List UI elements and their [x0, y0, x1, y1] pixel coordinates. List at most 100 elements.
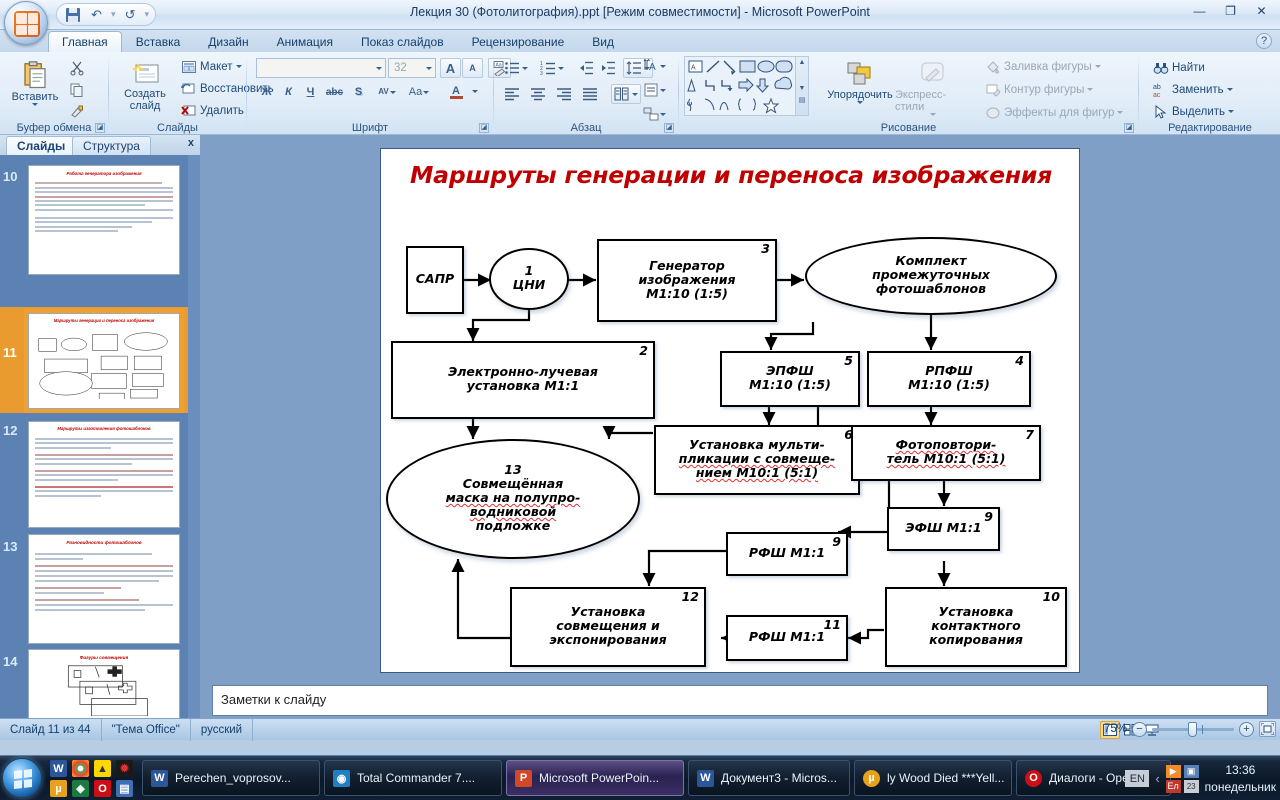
- list-item[interactable]: Разновидности фотошаблонов: [28, 534, 180, 644]
- zoom-slider[interactable]: [1152, 721, 1234, 737]
- close-button[interactable]: ✕: [1247, 1, 1276, 21]
- shape-fill-dropdown-icon[interactable]: [1094, 65, 1101, 68]
- paste-dropdown-icon[interactable]: [32, 103, 38, 106]
- replace-button[interactable]: ab ac Заменить: [1148, 80, 1238, 99]
- layout-dropdown-icon[interactable]: [235, 65, 242, 68]
- font-size-dropdown-icon[interactable]: [426, 66, 432, 70]
- taskbar-button-utorrent[interactable]: µ ly Wood Died ***Yell...: [854, 760, 1012, 796]
- character-spacing-button[interactable]: AV: [372, 82, 402, 102]
- tray-media-icon[interactable]: ▶: [1165, 764, 1181, 778]
- undo-dropdown-icon[interactable]: ▾: [111, 9, 116, 20]
- save-button[interactable]: [63, 5, 82, 24]
- cut-button[interactable]: [64, 58, 90, 77]
- shapes-more-icon[interactable]: ▤: [796, 96, 808, 104]
- node-rpfsh[interactable]: 4 РПФШ М1:10 (1:5): [867, 351, 1031, 407]
- delete-slide-button[interactable]: Удалить: [176, 101, 249, 120]
- status-language[interactable]: русский: [191, 718, 254, 741]
- change-case-dropdown-icon[interactable]: [423, 90, 430, 94]
- align-center-button[interactable]: [527, 84, 548, 104]
- notes-input[interactable]: Заметки к слайду: [212, 685, 1268, 716]
- tray-expand-icon[interactable]: ‹: [1155, 771, 1159, 786]
- quick-launch-chrome-icon[interactable]: [72, 760, 89, 777]
- replace-dropdown-icon[interactable]: [1226, 88, 1233, 91]
- quick-launch-green-icon[interactable]: ◈: [72, 780, 89, 797]
- arrange-button[interactable]: Упорядочить: [827, 58, 893, 105]
- shapes-gallery[interactable]: A ▲ ▼ ▤: [684, 56, 809, 116]
- find-button[interactable]: Найти: [1148, 58, 1210, 77]
- tab-slideshow[interactable]: Показ слайдов: [347, 31, 458, 52]
- shapes-scrollbar[interactable]: ▲ ▼ ▤: [795, 57, 808, 115]
- strikethrough-button[interactable]: abc: [322, 82, 347, 102]
- status-theme[interactable]: "Тема Office": [102, 718, 191, 741]
- start-button[interactable]: [2, 758, 42, 798]
- select-dropdown-icon[interactable]: [1228, 110, 1235, 113]
- text-direction-button[interactable]: A: [636, 56, 672, 76]
- node-cni[interactable]: 1 ЦНИ: [489, 248, 569, 310]
- select-button[interactable]: Выделить: [1148, 102, 1239, 121]
- tab-design[interactable]: Дизайн: [194, 31, 262, 52]
- shape-fill-button[interactable]: Заливка фигуры: [980, 57, 1106, 76]
- node-epfsh[interactable]: 5 ЭПФШ М1:10 (1:5): [720, 351, 860, 407]
- minimize-button[interactable]: —: [1185, 1, 1214, 21]
- shapes-scroll-up-icon[interactable]: ▲: [796, 59, 808, 66]
- quick-launch-utorrent-icon[interactable]: µ: [50, 780, 67, 797]
- justify-button[interactable]: [579, 84, 600, 104]
- help-icon[interactable]: ?: [1256, 33, 1272, 49]
- numbering-dropdown-icon[interactable]: [558, 66, 564, 70]
- font-name-combo[interactable]: [256, 58, 386, 78]
- list-item[interactable]: Работа генератора изображения: [28, 165, 180, 275]
- clipboard-dialog-launcher[interactable]: ◪: [95, 123, 105, 133]
- zoom-in-button[interactable]: +: [1239, 721, 1254, 737]
- node-alignment-exposure[interactable]: 12 Установка совмещения и экспонирования: [510, 587, 706, 667]
- copy-button[interactable]: [64, 80, 90, 99]
- smartart-dropdown-icon[interactable]: [659, 112, 666, 116]
- node-contact-copy[interactable]: 10 Установка контактного копирования: [885, 587, 1067, 667]
- shrink-font-button[interactable]: A: [462, 58, 483, 78]
- shapes-scroll-down-icon[interactable]: ▼: [796, 85, 808, 92]
- taskbar-button-total-commander[interactable]: ◉ Total Commander 7....: [324, 760, 502, 796]
- taskbar-button-word-2[interactable]: W Документ3 - Micros...: [688, 760, 850, 796]
- align-right-button[interactable]: [553, 84, 574, 104]
- quick-styles-dropdown-icon[interactable]: [930, 113, 936, 116]
- quick-styles-button[interactable]: Экспресс-стили: [894, 58, 972, 117]
- arrange-dropdown-icon[interactable]: [857, 101, 863, 104]
- font-dialog-launcher[interactable]: ◪: [479, 123, 489, 133]
- list-item[interactable]: Маршруты генерации и переноса изображени…: [24, 309, 184, 413]
- font-color-button[interactable]: A: [444, 82, 468, 102]
- align-left-button[interactable]: [501, 84, 522, 104]
- node-electron-beam[interactable]: 2 Электронно-лучевая установка М1:1: [391, 341, 655, 419]
- quick-launch-word-icon[interactable]: W: [50, 760, 67, 777]
- numbering-button[interactable]: 1 2 3: [537, 58, 567, 78]
- customize-qat-icon[interactable]: ▾: [145, 9, 150, 20]
- language-indicator[interactable]: EN: [1125, 770, 1150, 787]
- node-photorepeater[interactable]: 7 Фотоповтори- тель М10:1 (5:1): [851, 425, 1041, 481]
- font-size-combo[interactable]: 32: [388, 58, 436, 78]
- close-panel-button[interactable]: x: [188, 137, 194, 149]
- underline-button[interactable]: Ч: [300, 82, 321, 102]
- font-color-dropdown-icon[interactable]: [472, 90, 478, 93]
- list-item[interactable]: Маршруты изготовления фотошаблонов: [28, 421, 180, 528]
- quick-launch-save-icon[interactable]: ▤: [116, 780, 133, 797]
- change-case-button[interactable]: Aa: [404, 82, 434, 102]
- fit-to-window-button[interactable]: [1259, 721, 1276, 737]
- node-efsh[interactable]: 9 ЭФШ М1:1: [887, 507, 1000, 551]
- quick-launch-opera-icon[interactable]: O: [94, 780, 111, 797]
- node-generator[interactable]: 3 Генератор изображения М1:10 (1:5): [597, 239, 777, 322]
- restore-button[interactable]: ❐: [1216, 1, 1245, 21]
- node-rfsh-9[interactable]: 9 РФШ М1:1: [726, 532, 848, 576]
- font-name-dropdown-icon[interactable]: [376, 66, 382, 70]
- list-item[interactable]: Фигуры совмещения: [28, 649, 180, 718]
- node-multiplication[interactable]: 6 Установка мульти- пликации с совмеще- …: [654, 425, 860, 495]
- node-rfsh-11[interactable]: 11 РФШ М1:1: [726, 615, 848, 661]
- taskbar-button-powerpoint[interactable]: P Microsoft PowerPoin...: [506, 760, 684, 796]
- tray-network-icon[interactable]: ▣: [1183, 764, 1199, 778]
- shape-effects-dropdown-icon[interactable]: [1117, 111, 1124, 114]
- bullets-dropdown-icon[interactable]: [522, 66, 528, 70]
- tab-animation[interactable]: Анимация: [263, 31, 347, 52]
- tab-outline[interactable]: Структура: [72, 136, 151, 155]
- align-text-button[interactable]: [636, 80, 672, 100]
- convert-to-smartart-button[interactable]: [636, 104, 672, 124]
- align-text-dropdown-icon[interactable]: [659, 88, 666, 92]
- taskbar-button-word-1[interactable]: W Perechen_voprosov...: [142, 760, 320, 796]
- current-slide[interactable]: Маршруты генерации и переноса изображени…: [380, 148, 1080, 673]
